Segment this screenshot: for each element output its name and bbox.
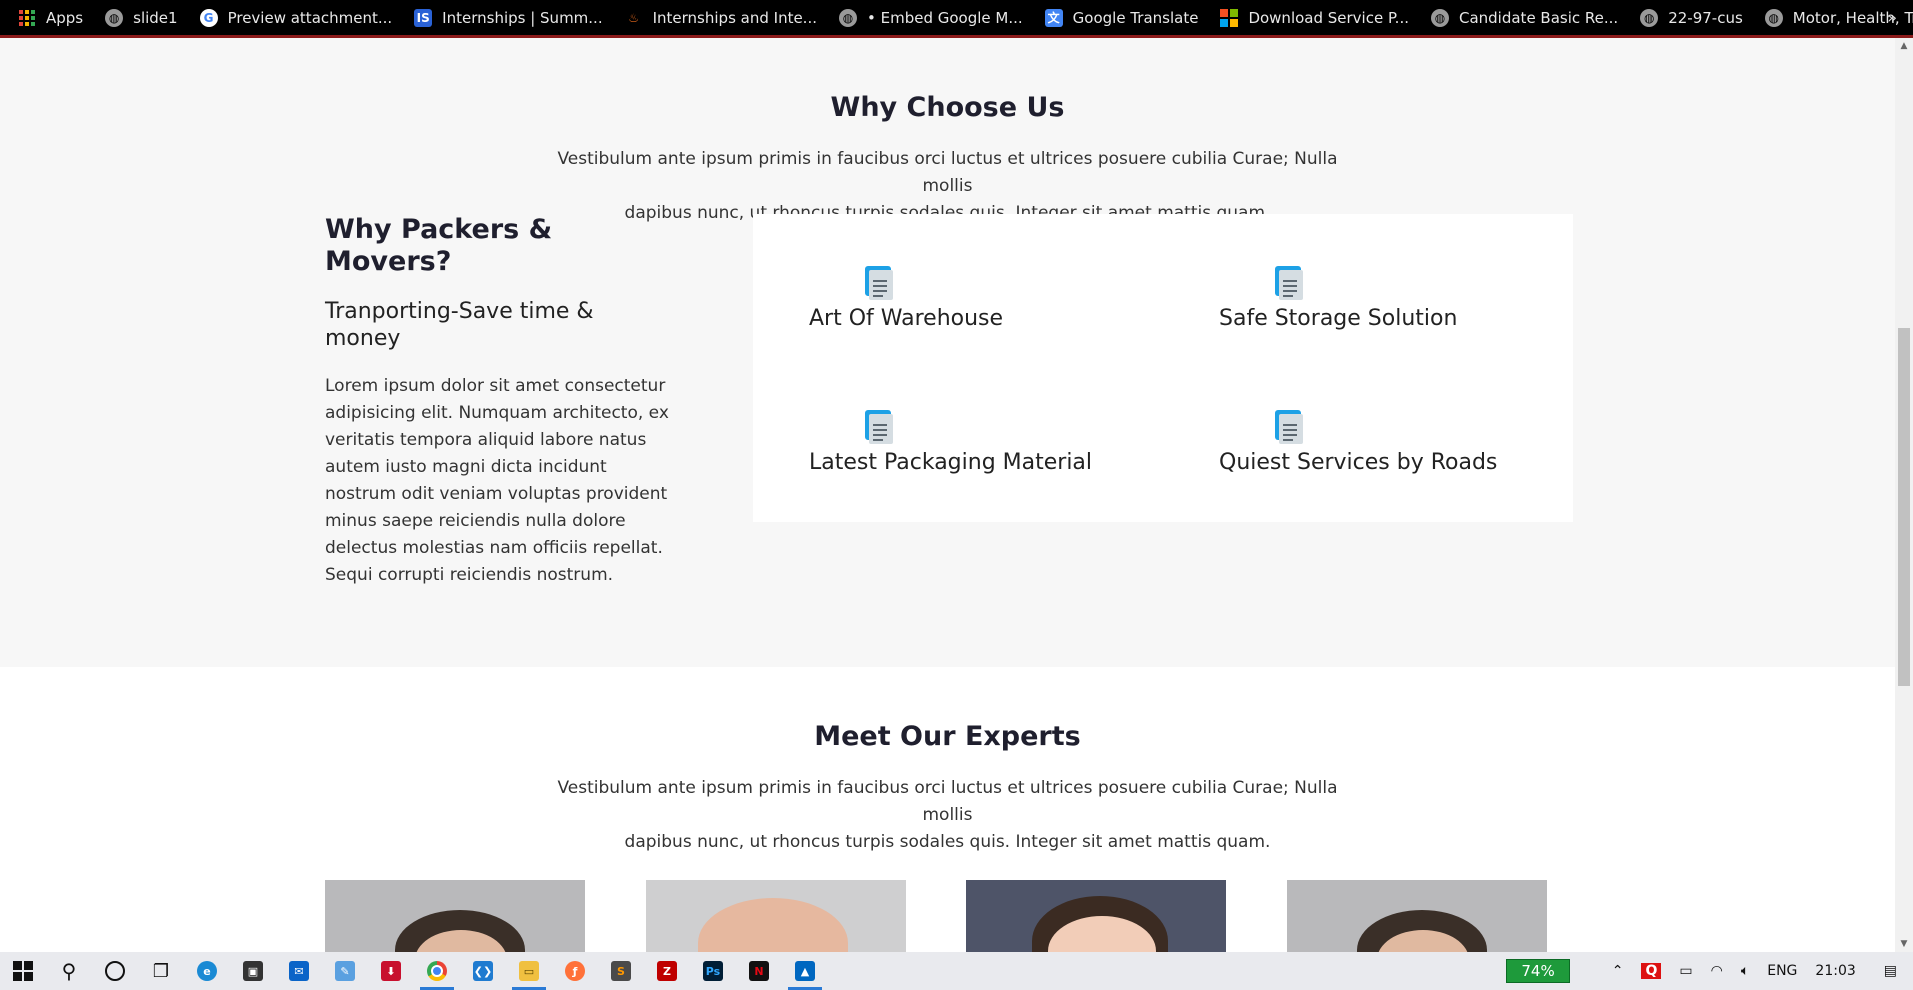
feature-title: Safe Storage Solution: [1219, 306, 1458, 331]
experts-subtitle-line: dapibus nunc, ut rhoncus turpis sodales …: [624, 832, 1271, 852]
bookmark-label: Google Translate: [1072, 8, 1199, 27]
clock[interactable]: 21:03: [1815, 963, 1855, 979]
expert-photo: [646, 880, 906, 952]
globe-icon: ◍: [1640, 8, 1659, 27]
feature-title: Art Of Warehouse: [809, 306, 1004, 331]
file-explorer-icon[interactable]: ▭: [506, 952, 552, 990]
cortana-icon[interactable]: [92, 952, 138, 990]
bookmarks-bar: Apps ◍ slide1 G Preview attachment... IS…: [0, 0, 1913, 38]
filezilla-icon[interactable]: Z: [644, 952, 690, 990]
flame-icon: ♨: [628, 10, 639, 25]
language-indicator[interactable]: ENG: [1767, 963, 1797, 979]
heading-line: Movers?: [325, 246, 452, 277]
bookmark-apps[interactable]: Apps: [18, 9, 83, 27]
bookmark-internships-and-inte[interactable]: ♨ Internships and Inte...: [625, 9, 817, 27]
page-scrollbar[interactable]: ▲ ▼: [1895, 38, 1913, 952]
volume-icon[interactable]: 🔈︎: [1741, 963, 1749, 979]
photos-icon[interactable]: ▲: [782, 952, 828, 990]
bookmark-label: slide1: [133, 8, 178, 27]
experts-subtitle-line: Vestibulum ante ipsum primis in faucibus…: [557, 778, 1338, 825]
download-icon[interactable]: ⬇: [368, 952, 414, 990]
google-icon: G: [199, 8, 218, 27]
why-choose-title: Why Choose Us: [830, 92, 1065, 123]
scroll-thumb[interactable]: [1898, 328, 1910, 686]
why-packers-heading: Why Packers & Movers?: [325, 214, 585, 278]
bookmark-candidate-basic[interactable]: ◍ Candidate Basic Re...: [1430, 8, 1619, 27]
experts-title: Meet Our Experts: [814, 721, 1081, 752]
globe-icon: ◍: [839, 8, 857, 27]
why-choose-subtitle-line: Vestibulum ante ipsum primis in faucibus…: [557, 149, 1338, 196]
edge-icon[interactable]: e: [184, 952, 230, 990]
pen-icon[interactable]: ✎: [322, 952, 368, 990]
expert-photo: [1287, 880, 1547, 952]
sublime-icon[interactable]: S: [598, 952, 644, 990]
experts-subtitle: Vestibulum ante ipsum primis in faucibus…: [540, 775, 1355, 856]
google-translate-icon: 文: [1044, 8, 1063, 27]
quick-heal-icon[interactable]: Q: [1641, 963, 1662, 979]
internshala-icon: IS: [414, 8, 433, 27]
battery-percentage-badge[interactable]: 74%: [1506, 959, 1570, 983]
bookmark-22-97-cus[interactable]: ◍ 22-97-cus: [1640, 8, 1743, 27]
bookmark-label: Apps: [46, 8, 84, 27]
wifi-icon[interactable]: ◠: [1711, 963, 1723, 979]
heading-line: Why Packers &: [325, 214, 553, 245]
expert-photo: [966, 880, 1226, 952]
why-packers-body: Lorem ipsum dolor sit amet consectetur a…: [325, 376, 669, 585]
globe-icon: ◍: [1430, 8, 1449, 27]
document-icon: [1275, 266, 1305, 300]
bookmark-preview-attachment[interactable]: G Preview attachment...: [199, 8, 393, 27]
subheading-line: Tranporting-Save time &: [325, 299, 594, 324]
photoshop-icon[interactable]: Ps: [690, 952, 736, 990]
apps-grid-icon: [18, 9, 36, 27]
globe-icon: ◍: [1764, 8, 1783, 27]
mail-icon[interactable]: ✉: [276, 952, 322, 990]
document-icon: [865, 410, 895, 444]
notifications-icon[interactable]: ▤: [1884, 963, 1897, 979]
bookmark-label: Download Service P...: [1248, 8, 1409, 27]
bookmark-label: • Embed Google M...: [867, 8, 1023, 27]
bookmarks-overflow-button[interactable]: »: [1887, 8, 1897, 27]
search-icon[interactable]: ⚲: [46, 952, 92, 990]
netflix-icon[interactable]: N: [736, 952, 782, 990]
bookmark-internships-summer[interactable]: IS Internships | Summ...: [414, 8, 603, 27]
windows-taskbar: ⚲ ❐ e ▣ ✉ ✎ ⬇ ❮❯ ▭ ƒ S Z Ps N ▲ 74% ⌃ Q …: [0, 952, 1913, 990]
system-tray: 74% ⌃ Q ▭ ◠ 🔈︎ ENG 21:03 ▤: [1506, 952, 1913, 990]
bookmark-embed-google-maps[interactable]: ◍ • Embed Google M...: [839, 8, 1023, 27]
expert-photo: [325, 880, 585, 952]
why-packers-subheading: Tranporting-Save time & money: [325, 298, 635, 352]
scroll-up-arrow-icon[interactable]: ▲: [1895, 38, 1913, 54]
document-icon: [1275, 410, 1305, 444]
bookmark-label: Internships and Inte...: [652, 8, 817, 27]
battery-icon[interactable]: ▭: [1679, 963, 1692, 979]
scroll-down-arrow-icon[interactable]: ▼: [1895, 936, 1913, 952]
subheading-line: money: [325, 326, 401, 351]
store-icon[interactable]: ▣: [230, 952, 276, 990]
bookmark-label: Candidate Basic Re...: [1458, 8, 1619, 27]
bookmark-label: Internships | Summ...: [442, 8, 603, 27]
chevron-up-icon[interactable]: ⌃: [1612, 963, 1624, 979]
document-icon: [865, 266, 895, 300]
bookmark-label: Preview attachment...: [227, 8, 393, 27]
start-icon[interactable]: [0, 952, 46, 990]
task-view-icon[interactable]: ❐: [138, 952, 184, 990]
vscode-icon[interactable]: ❮❯: [460, 952, 506, 990]
bookmark-label: 22-97-cus: [1668, 8, 1743, 27]
microsoft-icon: [1220, 8, 1239, 27]
bookmark-slide1[interactable]: ◍ slide1: [105, 8, 178, 27]
features-card: Art Of Warehouse Safe Storage Solution L…: [753, 214, 1573, 522]
firefox-icon[interactable]: ƒ: [552, 952, 598, 990]
bookmark-download-service[interactable]: Download Service P...: [1220, 8, 1409, 27]
bookmark-google-translate[interactable]: 文 Google Translate: [1044, 8, 1199, 27]
feature-title: Quiest Services by Roads: [1219, 450, 1498, 475]
globe-icon: ◍: [105, 8, 124, 27]
chrome-icon[interactable]: [414, 952, 460, 990]
feature-title: Latest Packaging Material: [809, 450, 1093, 475]
